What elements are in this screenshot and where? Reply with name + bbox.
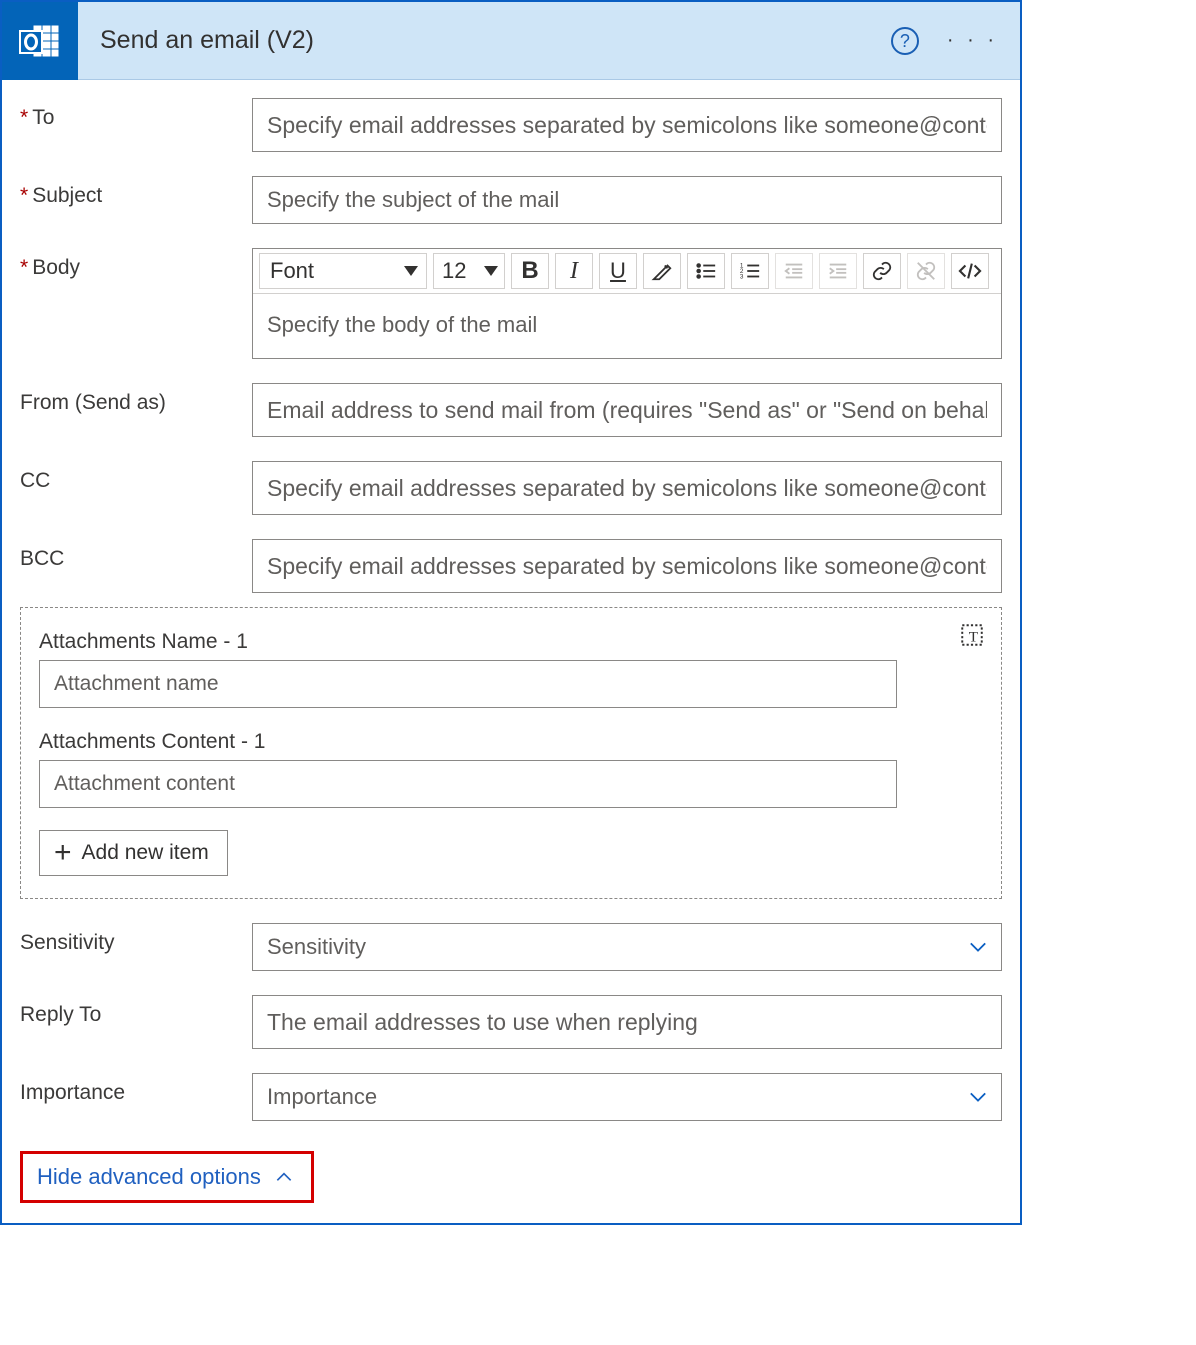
body-input[interactable]: Specify the body of the mail bbox=[253, 294, 1001, 358]
font-size-select[interactable]: 12 bbox=[433, 253, 505, 289]
font-color-button[interactable] bbox=[643, 253, 681, 289]
card-header: Send an email (V2) ? · · · bbox=[2, 2, 1020, 80]
attachment-name-input[interactable] bbox=[39, 660, 897, 708]
indent-button[interactable] bbox=[819, 253, 857, 289]
field-row-importance: Importance Importance bbox=[20, 1073, 1002, 1121]
card-body: *To *Subject *Body Font bbox=[2, 80, 1020, 1223]
sensitivity-select[interactable]: Sensitivity bbox=[252, 923, 1002, 971]
field-label: *Subject bbox=[20, 176, 252, 208]
field-row-bcc: BCC bbox=[20, 539, 1002, 593]
rte-toolbar: Font 12 B I U bbox=[253, 249, 1001, 294]
subject-input[interactable] bbox=[252, 176, 1002, 224]
attachments-section: T Attachments Name - 1 Attachments Conte… bbox=[20, 607, 1002, 899]
field-label: BCC bbox=[20, 539, 252, 571]
outlook-app-icon bbox=[2, 2, 78, 80]
card-title: Send an email (V2) bbox=[100, 26, 891, 55]
field-row-body: *Body Font 12 B I U bbox=[20, 248, 1002, 359]
plus-icon: + bbox=[54, 838, 72, 868]
attachment-content-label: Attachments Content - 1 bbox=[39, 730, 983, 754]
to-input[interactable] bbox=[252, 98, 1002, 152]
field-label: From (Send as) bbox=[20, 383, 252, 415]
field-row-to: *To bbox=[20, 98, 1002, 152]
action-card: Send an email (V2) ? · · · *To *Subject … bbox=[0, 0, 1022, 1225]
chevron-down-icon bbox=[969, 1091, 987, 1103]
outdent-button[interactable] bbox=[775, 253, 813, 289]
field-label: Importance bbox=[20, 1073, 252, 1105]
numbered-list-button[interactable]: 123 bbox=[731, 253, 769, 289]
attachment-name-label: Attachments Name - 1 bbox=[39, 630, 983, 654]
add-new-item-button[interactable]: + Add new item bbox=[39, 830, 228, 876]
italic-button[interactable]: I bbox=[555, 253, 593, 289]
attachment-content-input[interactable] bbox=[39, 760, 897, 808]
field-label: CC bbox=[20, 461, 252, 493]
chevron-down-icon bbox=[404, 266, 418, 276]
select-value: Importance bbox=[267, 1084, 377, 1110]
font-family-select[interactable]: Font bbox=[259, 253, 427, 289]
bold-button[interactable]: B bbox=[511, 253, 549, 289]
bullet-list-button[interactable] bbox=[687, 253, 725, 289]
select-value: Sensitivity bbox=[267, 934, 366, 960]
cc-input[interactable] bbox=[252, 461, 1002, 515]
bcc-input[interactable] bbox=[252, 539, 1002, 593]
unlink-button[interactable] bbox=[907, 253, 945, 289]
field-label: Sensitivity bbox=[20, 923, 252, 955]
switch-view-button[interactable]: T bbox=[957, 620, 987, 650]
importance-select[interactable]: Importance bbox=[252, 1073, 1002, 1121]
hide-advanced-options-button[interactable]: Hide advanced options bbox=[20, 1151, 314, 1203]
svg-text:T: T bbox=[969, 629, 978, 646]
field-row-replyto: Reply To bbox=[20, 995, 1002, 1049]
chevron-down-icon bbox=[484, 266, 498, 276]
rich-text-editor: Font 12 B I U bbox=[252, 248, 1002, 359]
from-input[interactable] bbox=[252, 383, 1002, 437]
code-view-button[interactable] bbox=[951, 253, 989, 289]
field-row-sensitivity: Sensitivity Sensitivity bbox=[20, 923, 1002, 971]
field-label: *Body bbox=[20, 248, 252, 280]
field-label: Reply To bbox=[20, 995, 252, 1027]
field-label: *To bbox=[20, 98, 252, 130]
underline-button[interactable]: U bbox=[599, 253, 637, 289]
attachment-name-group: Attachments Name - 1 bbox=[39, 630, 983, 708]
chevron-up-icon bbox=[275, 1172, 293, 1182]
link-button[interactable] bbox=[863, 253, 901, 289]
field-row-from: From (Send as) bbox=[20, 383, 1002, 437]
hide-advanced-label: Hide advanced options bbox=[37, 1164, 261, 1190]
field-row-cc: CC bbox=[20, 461, 1002, 515]
svg-text:3: 3 bbox=[740, 273, 744, 280]
field-row-subject: *Subject bbox=[20, 176, 1002, 224]
replyto-input[interactable] bbox=[252, 995, 1002, 1049]
more-actions-button[interactable]: · · · bbox=[947, 29, 998, 52]
add-new-item-label: Add new item bbox=[82, 841, 209, 865]
help-button[interactable]: ? bbox=[891, 27, 919, 55]
attachment-content-group: Attachments Content - 1 bbox=[39, 730, 983, 808]
chevron-down-icon bbox=[969, 941, 987, 953]
